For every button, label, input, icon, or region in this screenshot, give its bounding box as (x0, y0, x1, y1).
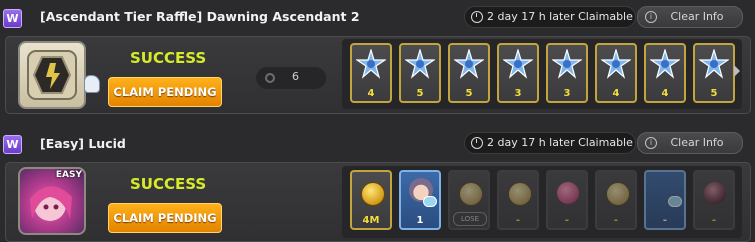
fortress-icon (27, 50, 77, 100)
coin-icon (606, 182, 630, 206)
entry-title: [Ascendant Tier Raffle] Dawning Ascendan… (40, 9, 360, 24)
raffle-entry: W [Ascendant Tier Raffle] Dawning Ascend… (0, 0, 755, 122)
difficulty-tag: EASY (55, 170, 82, 180)
scroll-right-icon[interactable] (734, 65, 740, 77)
info-icon: i (645, 11, 657, 23)
reward-item[interactable]: 4M (350, 170, 392, 230)
dark-orb-icon (704, 182, 726, 204)
reward-item[interactable]: 4 (595, 43, 637, 103)
card-icon (668, 196, 682, 207)
reward-item[interactable]: 5 (399, 43, 441, 103)
entry-panel: EASY SUCCESS CLAIM PENDING 4M 1 LOSE - -… (5, 162, 751, 242)
star-badge-icon (405, 49, 435, 79)
reward-item[interactable]: 4 (350, 43, 392, 103)
clock-icon (471, 11, 483, 23)
status-text: SUCCESS (130, 49, 207, 67)
entry-title: [Easy] Lucid (40, 136, 126, 151)
reward-item[interactable]: - (595, 170, 637, 230)
entry-header: W [Easy] Lucid 2 day 17 h later Claimabl… (0, 126, 755, 160)
star-badge-icon (650, 49, 680, 79)
pink-orb-icon (557, 182, 579, 204)
entry-counter: 6 (256, 67, 326, 89)
star-badge-icon (552, 49, 582, 79)
coin-icon (459, 182, 483, 206)
world-badge: W (3, 9, 22, 28)
reward-item[interactable]: LOSE (448, 170, 490, 230)
reward-item[interactable]: - (546, 170, 588, 230)
entry-panel: SUCCESS CLAIM PENDING 6 4 5 5 3 3 4 4 5 (5, 36, 751, 114)
lose-tag: LOSE (453, 212, 487, 226)
reward-item[interactable]: 5 (693, 43, 735, 103)
claimable-timer: 2 day 17 h later Claimable (464, 6, 636, 28)
info-icon: i (645, 137, 657, 149)
reward-item[interactable]: 4 (644, 43, 686, 103)
star-badge-icon (454, 49, 484, 79)
hand-cursor-icon (84, 75, 100, 93)
star-badge-icon (601, 49, 631, 79)
status-text: SUCCESS (130, 175, 207, 193)
bubble-icon (423, 196, 437, 207)
star-badge-icon (699, 49, 729, 79)
world-badge: W (3, 135, 22, 154)
clear-info-button[interactable]: i Clear Info (637, 6, 743, 28)
boss-avatar (18, 41, 86, 109)
reward-item[interactable]: - (644, 170, 686, 230)
raffle-entry: W [Easy] Lucid 2 day 17 h later Claimabl… (0, 126, 755, 242)
reward-item[interactable]: 3 (546, 43, 588, 103)
boss-avatar: EASY (18, 167, 86, 235)
clear-info-button[interactable]: i Clear Info (637, 132, 743, 154)
entry-header: W [Ascendant Tier Raffle] Dawning Ascend… (0, 0, 755, 34)
ticket-icon (265, 73, 275, 83)
reward-item[interactable]: - (693, 170, 735, 230)
star-badge-icon (503, 49, 533, 79)
clock-icon (471, 137, 483, 149)
claimable-timer: 2 day 17 h later Claimable (464, 132, 636, 154)
coin-icon (508, 182, 532, 206)
reward-item[interactable]: - (497, 170, 539, 230)
star-badge-icon (356, 49, 386, 79)
claim-pending-button[interactable]: CLAIM PENDING (108, 77, 222, 107)
reward-list: 4 5 5 3 3 4 4 5 (342, 39, 742, 109)
claim-pending-button[interactable]: CLAIM PENDING (108, 203, 222, 233)
reward-item[interactable]: 1 (399, 170, 441, 230)
reward-list: 4M 1 LOSE - - - - - (342, 166, 742, 238)
meso-coin-icon (361, 182, 385, 206)
reward-item[interactable]: 5 (448, 43, 490, 103)
reward-item[interactable]: 3 (497, 43, 539, 103)
